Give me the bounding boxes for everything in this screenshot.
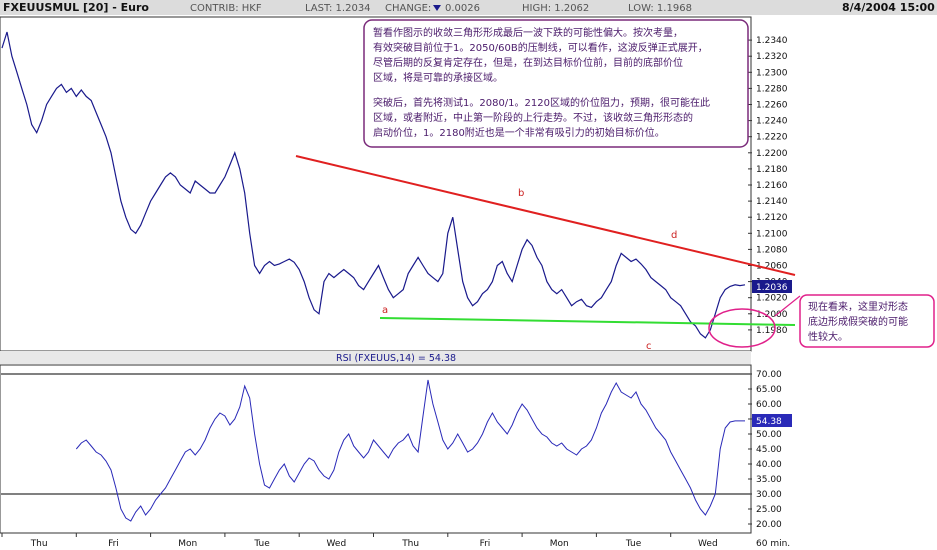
note-line: 区域，将是可靠的承接区域。 — [373, 71, 503, 84]
wave-label-a: a — [382, 305, 388, 316]
price-tick-label: 1.2080 — [756, 245, 788, 255]
x-tick-label: Wed — [327, 539, 347, 549]
last-price-badge-text: 1.2036 — [756, 283, 788, 293]
rsi-title: RSI (FXEUUS,14) = 54.38 — [336, 353, 456, 364]
rsi-tick-label: 35.00 — [756, 475, 782, 485]
rsi-tick-label: 65.00 — [756, 385, 782, 395]
price-tick-label: 1.2240 — [756, 117, 788, 127]
price-tick-label: 1.2000 — [756, 310, 788, 320]
rsi-tick-label: 45.00 — [756, 445, 782, 455]
contrib-label: CONTRIB: HKF — [190, 3, 262, 14]
wave-label-b: b — [518, 188, 524, 199]
x-tick-label: Tue — [625, 539, 642, 549]
note-line: 启动价位，1。2180附近也是一个非常有吸引力的初始目标价位。 — [373, 126, 665, 139]
rsi-tick-label: 40.00 — [756, 460, 782, 470]
wave-label-d: d — [671, 230, 677, 241]
price-tick-label: 1.2280 — [756, 84, 788, 94]
price-tick-label: 1.2300 — [756, 68, 788, 78]
price-tick-label: 1.2220 — [756, 133, 788, 143]
callout-line: 现在看来，这里对形态 — [808, 300, 908, 313]
price-tick-label: 1.2120 — [756, 213, 788, 223]
x-axis: Thu Fri Mon Tue Wed Thu Fri Mon Tue Wed 60 min. — [1, 533, 790, 549]
x-tick-label: Mon — [550, 539, 569, 549]
note-line: 有效突破目前位于1。2050/60B的压制线，可以看作，这波反弹正式展开， — [373, 41, 708, 54]
x-tick-label: Fri — [108, 539, 119, 549]
price-tick-label: 1.2200 — [756, 149, 788, 159]
rsi-tick-label: 70.00 — [756, 370, 782, 380]
change-value: 0.0026 — [445, 3, 480, 14]
rsi-tick-label: 30.00 — [756, 490, 782, 500]
high-price: HIGH: 1.2062 — [522, 3, 589, 14]
price-tick-label: 1.2160 — [756, 181, 788, 191]
x-tick-label: Fri — [480, 539, 491, 549]
rsi-tick-label: 50.00 — [756, 430, 782, 440]
price-tick-label: 1.2340 — [756, 36, 788, 46]
x-tick-label: Wed — [698, 539, 718, 549]
price-tick-label: 1.1980 — [756, 326, 788, 336]
note-line: 尽管后期的反复肯定存在，但是，在到达目标价位前，目前的底部价位 — [373, 56, 683, 69]
x-tick-label: Tue — [253, 539, 270, 549]
last-price: LAST: 1.2034 — [305, 3, 371, 14]
x-tick-label: Mon — [178, 539, 197, 549]
price-tick-label: 1.2260 — [756, 101, 788, 111]
x-tick-label: Thu — [401, 539, 419, 549]
header-datetime: 8/4/2004 15:00 — [842, 1, 935, 14]
price-tick-label: 1.2320 — [756, 52, 788, 62]
note-line: 突破后，首先将测试1。2080/1。2120区域的价位阻力，预期，很可能在此 — [373, 96, 710, 109]
low-price: LOW: 1.1968 — [628, 3, 692, 14]
x-unit-label: 60 min. — [756, 539, 790, 549]
rsi-panel — [0, 364, 752, 534]
price-tick-label: 1.2020 — [756, 294, 788, 304]
price-tick-label: 1.2180 — [756, 165, 788, 175]
x-tick-label: Thu — [30, 539, 48, 549]
rsi-tick-label: 25.00 — [756, 505, 782, 515]
change-label: CHANGE: — [385, 3, 431, 14]
chart-canvas: FXEUUSMUL [20] - Euro CONTRIB: HKF LAST:… — [0, 0, 937, 549]
callout-line: 性较大。 — [808, 330, 848, 343]
note-line: 区域，或者附近，中止第一阶段的上行走势。不过，该收敛三角形形态的 — [373, 111, 693, 124]
wave-label-c: c — [646, 341, 652, 352]
symbol-title: FXEUUSMUL [20] - Euro — [3, 1, 149, 14]
rsi-tick-label: 20.00 — [756, 520, 782, 530]
rsi-value-badge-text: 54.38 — [756, 417, 782, 427]
price-tick-label: 1.2140 — [756, 197, 788, 207]
callout-line: 底边形成假突破的可能 — [808, 315, 908, 328]
price-tick-label: 1.2100 — [756, 229, 788, 239]
note-line: 暂看作图示的收敛三角形形成最后一波下跌的可能性偏大。按次考量， — [373, 26, 683, 39]
rsi-tick-label: 60.00 — [756, 400, 782, 410]
